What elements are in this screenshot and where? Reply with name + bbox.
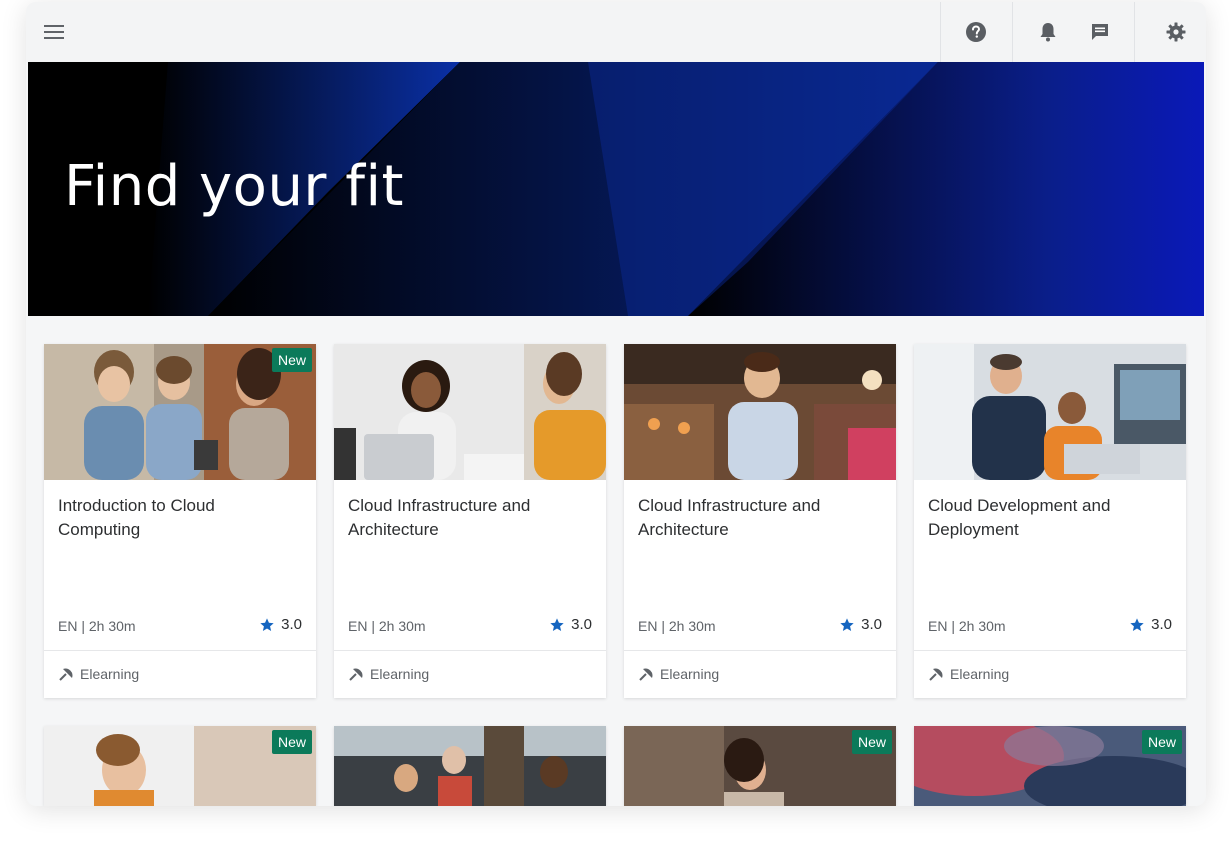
gear-icon[interactable] <box>1162 18 1190 46</box>
new-badge: New <box>851 730 892 754</box>
course-card[interactable]: Cloud Infrastructure and Architecture EN… <box>334 344 606 698</box>
star-icon <box>1130 617 1144 631</box>
course-type-label: Elearning <box>660 666 720 682</box>
rating-value: 3.0 <box>1151 616 1172 633</box>
app-window: Find your fit New Introduction to Cloud <box>26 2 1206 806</box>
course-card[interactable]: Cloud Development and Deployment EN | 2h… <box>914 344 1186 698</box>
chat-message-icon[interactable] <box>1086 18 1114 46</box>
course-rating: 3.0 <box>1129 616 1172 633</box>
course-card[interactable] <box>334 726 606 806</box>
course-meta: EN | 2h 30m <box>348 618 426 634</box>
new-badge: New <box>271 730 312 754</box>
course-card[interactable]: Cloud Infrastructure and Architecture EN… <box>624 344 896 698</box>
course-type: Elearning <box>348 666 429 682</box>
toolbar-divider <box>940 2 941 62</box>
hero-banner: Find your fit <box>28 62 1204 316</box>
course-type-label: Elearning <box>370 666 430 682</box>
rating-value: 3.0 <box>861 616 882 633</box>
course-card[interactable]: New Introduction to Cloud Computing EN |… <box>44 344 316 698</box>
new-badge: New <box>271 348 312 372</box>
course-thumbnail <box>624 344 896 480</box>
star-icon <box>840 617 854 631</box>
course-card[interactable]: New <box>624 726 896 806</box>
course-title[interactable]: Cloud Infrastructure and Architecture <box>348 494 588 542</box>
course-title[interactable]: Cloud Development and Deployment <box>928 494 1168 542</box>
course-title[interactable]: Cloud Infrastructure and Architecture <box>638 494 878 542</box>
star-icon <box>260 617 274 631</box>
course-title[interactable]: Introduction to Cloud Computing <box>58 494 298 542</box>
hamburger-menu-icon[interactable] <box>40 18 68 46</box>
hero-title: Find your fit <box>64 154 404 219</box>
toolbar-divider <box>1012 2 1013 62</box>
course-card[interactable]: New <box>44 726 316 806</box>
rating-value: 3.0 <box>281 616 302 633</box>
course-card[interactable]: New <box>914 726 1186 806</box>
course-meta: EN | 2h 30m <box>58 618 136 634</box>
card-divider <box>334 650 606 651</box>
elearning-icon <box>59 668 73 681</box>
course-type-label: Elearning <box>950 666 1010 682</box>
course-rating: 3.0 <box>549 616 592 633</box>
star-icon <box>550 617 564 631</box>
toolbar-divider <box>1134 2 1135 62</box>
course-thumbnail <box>334 726 606 806</box>
course-type: Elearning <box>638 666 719 682</box>
new-badge: New <box>1141 730 1182 754</box>
course-thumbnail <box>914 344 1186 480</box>
course-thumbnail <box>334 344 606 480</box>
course-rating: 3.0 <box>839 616 882 633</box>
course-meta: EN | 2h 30m <box>928 618 1006 634</box>
rating-value: 3.0 <box>571 616 592 633</box>
elearning-icon <box>349 668 363 681</box>
card-divider <box>624 650 896 651</box>
course-type: Elearning <box>928 666 1009 682</box>
card-divider <box>44 650 316 651</box>
course-thumbnail: New <box>44 344 316 480</box>
course-type: Elearning <box>58 666 139 682</box>
course-meta: EN | 2h 30m <box>638 618 716 634</box>
elearning-icon <box>639 668 653 681</box>
course-type-label: Elearning <box>80 666 140 682</box>
card-divider <box>914 650 1186 651</box>
course-rating: 3.0 <box>259 616 302 633</box>
elearning-icon <box>929 668 943 681</box>
help-circle-icon[interactable] <box>962 18 990 46</box>
top-bar <box>26 2 1206 62</box>
bell-icon[interactable] <box>1034 18 1062 46</box>
